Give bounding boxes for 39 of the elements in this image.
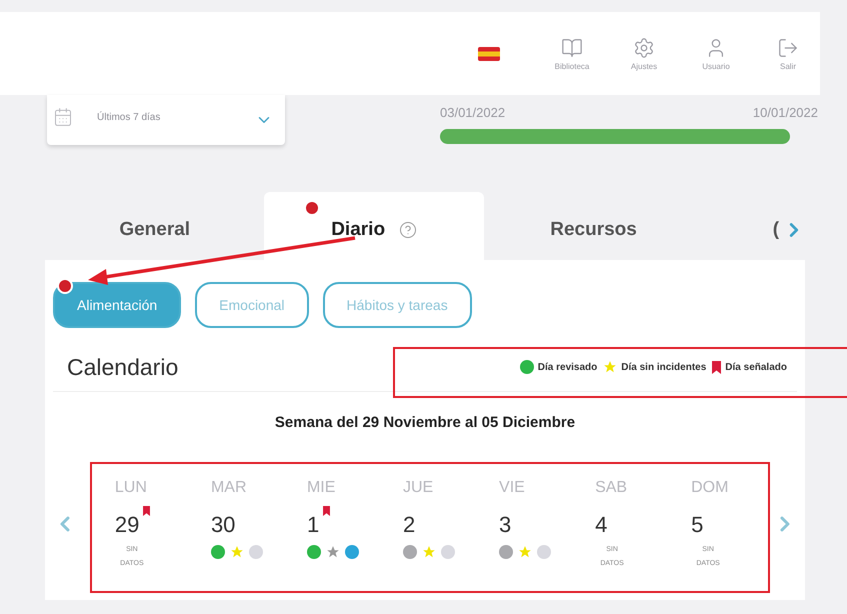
tab-label: ( bbox=[772, 218, 780, 242]
settings-icon bbox=[633, 36, 655, 58]
day-name: SAB bbox=[595, 478, 628, 498]
day-number: 4 bbox=[595, 511, 608, 539]
start-date: 03/01/2022 bbox=[440, 104, 506, 122]
tab-label: Diario bbox=[331, 218, 386, 242]
legend-label: Día revisado bbox=[538, 360, 598, 375]
day-name: DOM bbox=[691, 478, 728, 498]
tab[interactable]: Diario bbox=[264, 192, 484, 260]
legend-label: Día señalado bbox=[725, 360, 787, 375]
day-cell[interactable]: VIE 3 bbox=[481, 476, 578, 571]
day-number: 5 bbox=[691, 511, 704, 539]
tab[interactable]: General bbox=[45, 192, 264, 260]
day-name: LUN bbox=[114, 478, 147, 498]
day-cell[interactable]: MAR 30 bbox=[192, 476, 289, 571]
tab[interactable]: ( bbox=[703, 192, 784, 260]
tab[interactable]: Recursos bbox=[484, 192, 704, 260]
day-number: 1 bbox=[306, 511, 320, 539]
calendar-title: Calendario bbox=[67, 353, 178, 382]
tab-label: Recursos bbox=[550, 218, 637, 242]
end-date: 10/01/2022 bbox=[752, 104, 818, 122]
day-cell[interactable]: JUE 2 bbox=[385, 476, 482, 571]
calendar-icon bbox=[53, 107, 73, 127]
help-icon[interactable] bbox=[399, 221, 418, 239]
flag-icon[interactable] bbox=[478, 46, 500, 60]
day-number: 2 bbox=[403, 511, 416, 539]
tab-label: General bbox=[119, 218, 190, 242]
legend-label: Día sin incidentes bbox=[621, 360, 706, 375]
logout-icon bbox=[777, 36, 799, 58]
day-name: MIE bbox=[306, 478, 336, 498]
day-name: VIE bbox=[499, 478, 525, 498]
book-icon bbox=[561, 36, 583, 58]
day-number: 30 bbox=[210, 511, 236, 539]
day-number: 3 bbox=[499, 511, 512, 539]
day-name: JUE bbox=[403, 478, 434, 498]
week-title: Semana del 29 Noviembre al 05 Diciembre bbox=[274, 412, 576, 432]
day-name: MAR bbox=[210, 478, 246, 498]
day-number: 29 bbox=[114, 511, 140, 539]
day-cell[interactable]: MIE 1 bbox=[288, 476, 385, 571]
